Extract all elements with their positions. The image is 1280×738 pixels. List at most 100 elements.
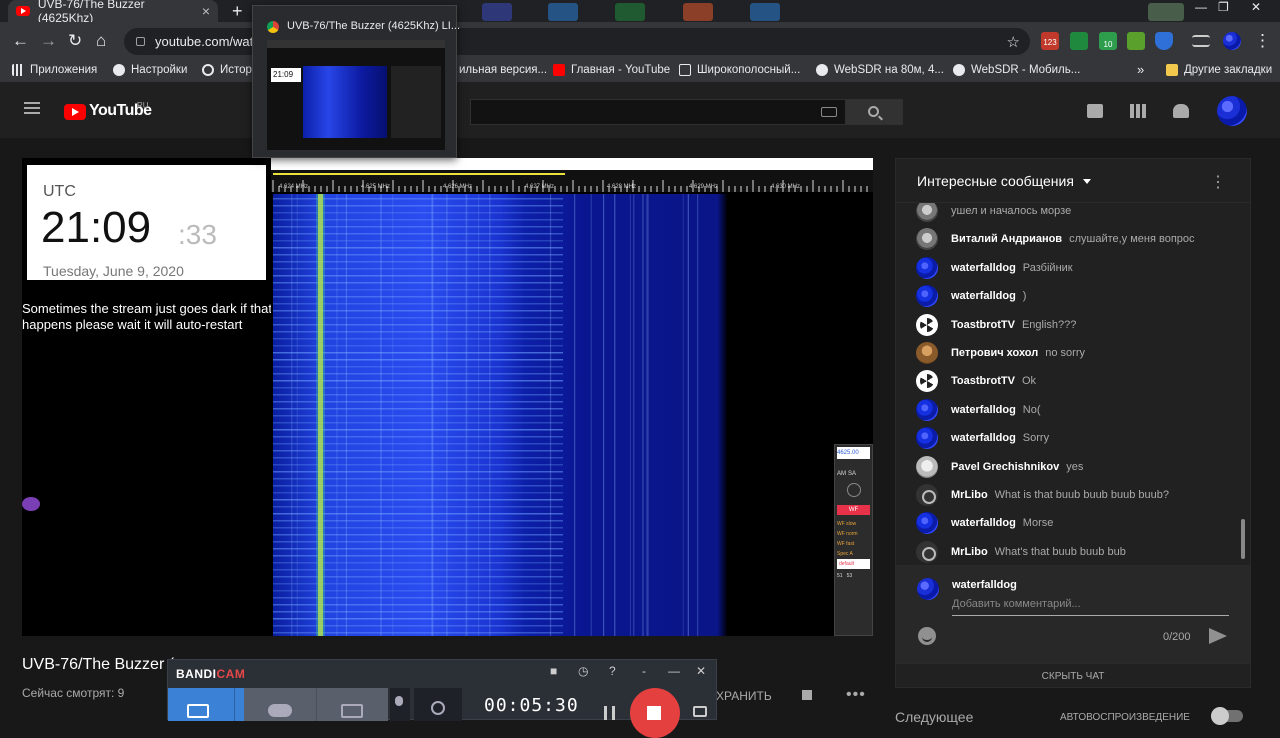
chevron-down-icon[interactable] (1083, 179, 1091, 184)
author-avatar[interactable] (916, 256, 938, 279)
excel-extension-icon[interactable] (1070, 32, 1088, 50)
gear-icon (113, 64, 125, 76)
chat-scrollbar[interactable] (1241, 519, 1245, 559)
message-author[interactable]: waterfalldog (951, 404, 1016, 416)
video-player[interactable]: UTC 21:09 :33 Tuesday, June 9, 2020 Some… (22, 158, 873, 636)
author-avatar[interactable] (916, 455, 938, 478)
game-mode-button[interactable] (244, 688, 316, 721)
bandicam-restore-button[interactable]: — (668, 664, 680, 678)
device-mode-button[interactable] (316, 688, 388, 721)
bookmark-history[interactable]: Истор (202, 64, 252, 76)
send-icon[interactable] (1209, 628, 1227, 644)
author-avatar[interactable] (916, 398, 938, 421)
back-arrow-icon[interactable]: ← (12, 31, 29, 51)
clock-icon[interactable]: ◷ (578, 664, 588, 678)
message-author[interactable]: waterfalldog (951, 262, 1016, 274)
chat-mode-selector[interactable]: Интересные сообщения (917, 173, 1074, 189)
author-avatar[interactable] (916, 427, 938, 450)
chrome-menu-icon[interactable]: ⋮ (1254, 31, 1271, 51)
author-avatar[interactable] (916, 228, 938, 251)
author-avatar[interactable] (916, 484, 938, 506)
bandicam-logo-b: CAM (216, 667, 246, 681)
shield-extension-icon[interactable] (1155, 32, 1173, 50)
folder-icon[interactable]: ■ (550, 664, 557, 678)
window-maximize-button[interactable]: ❐ (1218, 0, 1229, 14)
help-button[interactable]: ? (609, 664, 616, 678)
message-author[interactable]: MrLibo (951, 489, 988, 501)
apps-grid-icon[interactable] (1130, 104, 1146, 118)
chat-comment-input[interactable]: Добавить комментарий... (952, 598, 1229, 616)
new-tab-button[interactable]: + (232, 1, 243, 22)
bookmark-youtube-home[interactable]: Главная - YouTube (553, 64, 670, 76)
bookmark-settings[interactable]: Настройки (113, 64, 187, 76)
download-extension-icon[interactable] (1127, 32, 1145, 50)
bandicam-close-button[interactable]: ✕ (696, 664, 706, 678)
frequency-label: 4.629 MHz (689, 184, 718, 190)
reload-icon[interactable]: ↻ (68, 31, 82, 51)
message-author[interactable]: Петрович хохол (951, 347, 1038, 359)
message-author[interactable]: MrLibo (951, 546, 988, 558)
bookmark-star-icon[interactable]: ☆ (1007, 33, 1020, 51)
search-input[interactable] (470, 99, 846, 125)
message-author[interactable]: waterfalldog (951, 517, 1016, 529)
message-author[interactable]: waterfalldog (951, 432, 1016, 444)
background-window-icon (615, 3, 645, 21)
window-minimize-button[interactable]: — (1195, 0, 1207, 14)
screen-mode-dropdown[interactable] (234, 688, 244, 721)
report-flag-icon[interactable] (802, 690, 812, 700)
bookmark-websdr-mobile[interactable]: WebSDR - Мобиль... (953, 64, 1080, 76)
youtube-logo-icon[interactable] (64, 104, 86, 120)
profile-avatar[interactable] (1223, 32, 1241, 50)
author-avatar[interactable] (916, 313, 938, 336)
pause-icon[interactable] (604, 706, 615, 720)
message-author[interactable]: waterfalldog (951, 290, 1016, 302)
bookmark-websdr-80m[interactable]: WebSDR на 80м, 4... (816, 64, 944, 76)
screen-mode-button[interactable] (168, 688, 234, 721)
search-button[interactable] (846, 99, 903, 125)
author-avatar[interactable] (916, 512, 938, 535)
message-author[interactable]: ToastbrotTV (951, 375, 1015, 387)
media-control-icon[interactable] (1192, 35, 1210, 47)
waterfall-carrier (682, 194, 684, 636)
hamburger-menu-icon[interactable] (24, 107, 40, 109)
notifications-bell-icon[interactable] (1173, 104, 1189, 118)
extension-badge-icon[interactable]: 123 (1041, 32, 1059, 50)
bookmark-wideband[interactable]: Широкополосный... (679, 64, 800, 76)
bookmark-mobile-version[interactable]: ильная версия... (459, 64, 547, 76)
home-icon[interactable]: ⌂ (96, 31, 106, 51)
bookmark-apps[interactable]: Приложения (12, 64, 97, 76)
stop-record-button[interactable] (630, 688, 680, 738)
account-avatar[interactable] (1217, 96, 1247, 126)
author-avatar[interactable] (916, 342, 938, 364)
extension-badge-icon[interactable]: 10 (1099, 32, 1117, 50)
my-avatar (917, 578, 939, 600)
tab-close-icon[interactable]: × (202, 3, 210, 19)
hide-chat-button[interactable]: СКРЫТЬ ЧАТ (896, 663, 1250, 688)
lock-icon (136, 37, 145, 46)
bookmarks-overflow-button[interactable]: » (1137, 62, 1144, 77)
author-avatar[interactable] (916, 203, 938, 222)
save-button[interactable]: ХРАНИТЬ (716, 689, 772, 703)
autoplay-toggle[interactable] (1211, 707, 1243, 725)
author-avatar[interactable] (916, 370, 938, 393)
browser-tab[interactable]: UVB-76/The Buzzer (4625Khz) × (8, 0, 218, 25)
audio-toggle[interactable] (390, 688, 410, 721)
more-actions-button[interactable]: ••• (846, 686, 866, 704)
other-bookmarks[interactable]: Другие закладки (1166, 64, 1272, 76)
chat-menu-button[interactable]: ⋮ (1210, 172, 1226, 192)
forward-arrow-icon[interactable]: → (40, 31, 57, 51)
window-close-button[interactable]: ✕ (1251, 0, 1261, 14)
keyboard-icon[interactable] (821, 107, 837, 117)
bandicam-minimize-button[interactable]: - (642, 664, 646, 678)
message-author[interactable]: ToastbrotTV (951, 319, 1015, 331)
screenshot-camera-icon[interactable] (693, 706, 707, 717)
emoji-icon[interactable] (918, 627, 936, 645)
author-avatar[interactable] (916, 285, 938, 308)
create-video-icon[interactable] (1087, 104, 1103, 118)
waterfall-carrier (687, 194, 689, 636)
author-avatar[interactable] (916, 540, 938, 563)
chat-message-list[interactable]: ушел и началось морзе Виталий Андрианов сл… (896, 203, 1250, 565)
message-author[interactable]: Pavel Grechishnikov (951, 461, 1059, 473)
webcam-toggle[interactable] (414, 688, 462, 721)
message-author[interactable]: Виталий Андрианов (951, 233, 1062, 245)
